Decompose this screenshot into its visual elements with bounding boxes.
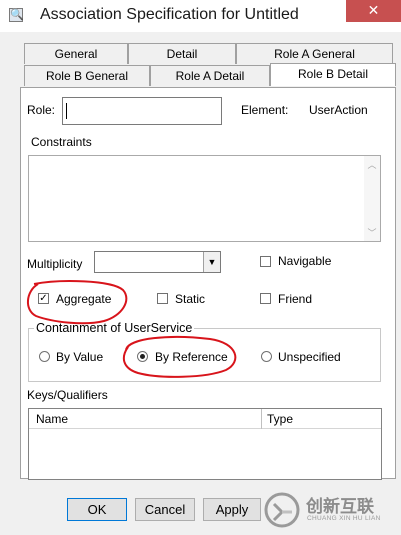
watermark-text-cn: 创新互联 — [306, 497, 374, 516]
element-value: UserAction — [309, 103, 368, 117]
by-reference-radio[interactable] — [137, 351, 148, 362]
navigable-checkbox[interactable] — [260, 256, 271, 267]
apply-button[interactable]: Apply — [203, 498, 261, 521]
tab-role-a-detail[interactable]: Role A Detail — [150, 65, 270, 86]
checkmark-icon: ✓ — [39, 293, 48, 304]
dialog-window: 🔍 Association Specification for Untitled… — [0, 0, 401, 535]
tab-label: General — [54, 47, 98, 61]
friend-checkbox[interactable] — [260, 293, 271, 304]
navigable-label[interactable]: Navigable — [278, 254, 331, 268]
unspecified-label[interactable]: Unspecified — [278, 350, 341, 364]
keys-qualifiers-list[interactable]: Name Type — [28, 408, 382, 480]
watermark-text-en: CHUANG XIN HU LIAN — [307, 515, 381, 522]
tab-general[interactable]: General — [24, 43, 128, 64]
tab-role-a-general[interactable]: Role A General — [236, 43, 393, 64]
column-header-type[interactable]: Type — [267, 412, 293, 426]
scroll-up-icon[interactable]: ︿ — [364, 158, 380, 171]
ok-button[interactable]: OK — [67, 498, 127, 521]
dropdown-arrow-icon[interactable]: ▼ — [203, 252, 220, 272]
element-label: Element: — [241, 103, 289, 117]
static-checkbox[interactable] — [157, 293, 168, 304]
list-header: Name Type — [29, 409, 381, 429]
tab-label: Role B General — [45, 69, 129, 83]
tab-role-b-detail[interactable]: Role B Detail — [270, 63, 396, 86]
magnifier-icon[interactable]: 🔍 — [9, 8, 24, 22]
close-icon: ✕ — [367, 2, 380, 18]
watermark-logo: 创新互联 CHUANG XIN HU LIAN — [262, 490, 401, 530]
by-value-radio[interactable] — [39, 351, 50, 362]
column-separator[interactable] — [261, 409, 262, 429]
tab-label: Detail — [166, 47, 198, 61]
unspecified-radio[interactable] — [261, 351, 272, 362]
chuangxin-hulian-logo — [264, 492, 300, 528]
vertical-scrollbar[interactable]: ︿ ﹀ — [364, 156, 380, 241]
aggregate-checkbox[interactable]: ✓ — [38, 293, 49, 304]
multiplicity-select[interactable]: ▼ — [94, 251, 221, 273]
tab-label: Role A Detail — [175, 69, 245, 83]
static-label[interactable]: Static — [175, 292, 205, 306]
tab-role-b-general[interactable]: Role B General — [24, 65, 150, 86]
by-reference-label[interactable]: By Reference — [155, 350, 228, 364]
aggregate-label[interactable]: Aggregate — [56, 292, 111, 306]
tab-label: Role A General — [274, 47, 355, 61]
role-input[interactable] — [62, 97, 222, 125]
friend-label[interactable]: Friend — [278, 292, 312, 306]
role-label: Role: — [27, 103, 56, 117]
scroll-down-icon[interactable]: ﹀ — [364, 226, 380, 239]
text-caret — [66, 103, 67, 119]
radio-selected-dot — [140, 354, 145, 359]
keys-qualifiers-label: Keys/Qualifiers — [27, 388, 108, 402]
multiplicity-label: Multiplicity — [27, 257, 83, 271]
close-button[interactable]: ✕ — [346, 0, 401, 22]
tab-detail[interactable]: Detail — [128, 43, 236, 64]
window-title: Association Specification for Untitled — [40, 6, 299, 23]
containment-group-title: Containment of UserService — [34, 321, 195, 335]
by-value-label[interactable]: By Value — [56, 350, 103, 364]
cancel-button[interactable]: Cancel — [135, 498, 195, 521]
constraints-label: Constraints — [31, 135, 92, 149]
constraints-textarea[interactable]: ︿ ﹀ — [28, 155, 381, 242]
column-header-name[interactable]: Name — [36, 412, 68, 426]
tab-label: Role B Detail — [297, 67, 369, 81]
title-bar[interactable]: 🔍 Association Specification for Untitled… — [0, 0, 401, 32]
